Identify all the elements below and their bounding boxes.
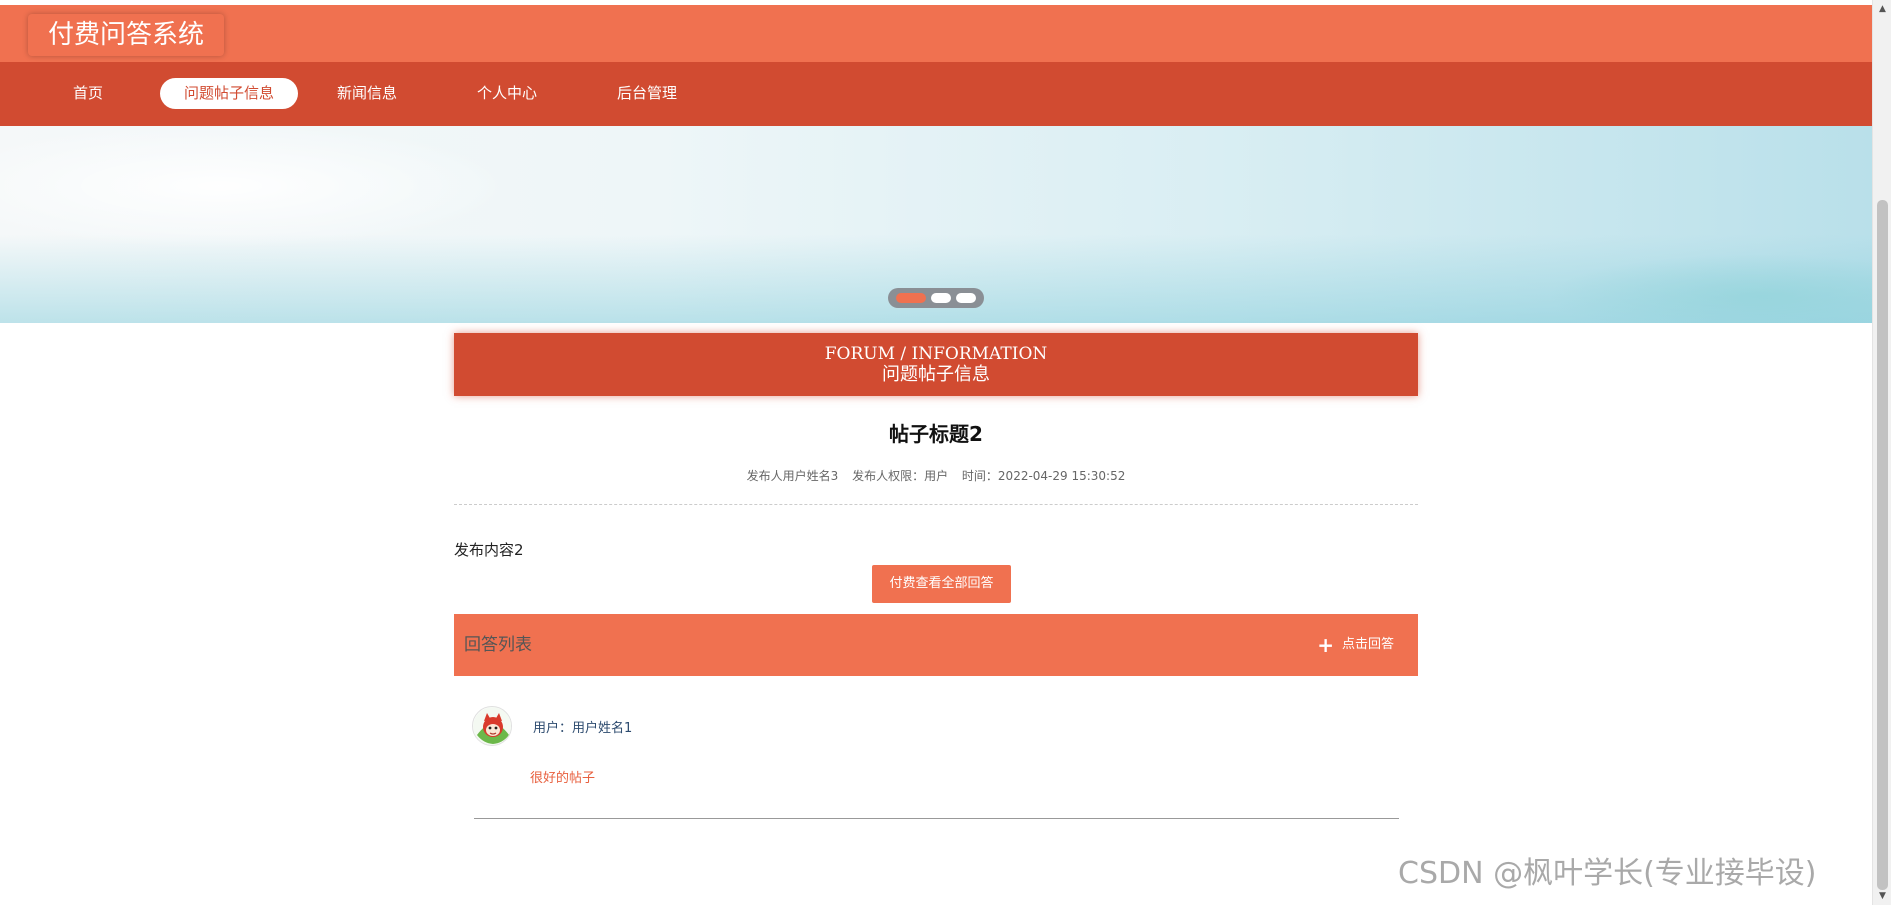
answer-text: 很好的帖子	[530, 771, 596, 786]
post-title: 帖子标题2	[889, 422, 983, 446]
pay-view-all-answers-button[interactable]: 付费查看全部回答	[872, 565, 1011, 603]
post-content: 发布内容2	[454, 541, 524, 559]
section-title-en: FORUM / INFORMATION	[824, 344, 1048, 364]
section-title-cn: 问题帖子信息	[882, 364, 990, 385]
avatar-image	[473, 707, 511, 745]
post-author-role: 发布人权限：用户	[852, 469, 949, 483]
carousel-dot-1[interactable]	[896, 293, 926, 303]
carousel-dot-3[interactable]	[956, 293, 976, 303]
carousel-dot-2[interactable]	[931, 293, 951, 303]
reply-button-label: 点击回答	[1341, 637, 1394, 652]
scroll-down-icon[interactable]: ▼	[1873, 887, 1891, 905]
answer-divider	[474, 818, 1399, 819]
scroll-up-icon[interactable]: ▲	[1873, 0, 1891, 18]
scrollbar-thumb[interactable]	[1877, 200, 1888, 890]
answers-header: 回答列表 + 点击回答	[454, 614, 1418, 676]
carousel-indicators	[888, 288, 984, 308]
post-meta: 发布人用户姓名3 发布人权限：用户 时间：2022-04-29 15:30:52	[454, 467, 1418, 484]
nav-item-news[interactable]: 新闻信息	[326, 78, 408, 109]
nav-item-personal-center[interactable]: 个人中心	[466, 78, 548, 109]
watermark: CSDN @枫叶学长(专业接毕设)	[1398, 856, 1817, 891]
banner-carousel[interactable]	[0, 126, 1872, 323]
divider	[454, 504, 1418, 505]
post-author: 发布人用户姓名3	[746, 469, 839, 483]
nav-item-home[interactable]: 首页	[56, 78, 120, 109]
app-title[interactable]: 付费问答系统	[28, 14, 225, 56]
nav-item-admin[interactable]: 后台管理	[606, 78, 688, 109]
reply-button[interactable]: + 点击回答	[1317, 631, 1394, 659]
post-time: 时间：2022-04-29 15:30:52	[961, 469, 1126, 483]
answer-user: 用户：用户姓名1	[533, 721, 633, 736]
section-header: FORUM / INFORMATION 问题帖子信息	[454, 333, 1418, 396]
plus-icon: +	[1317, 633, 1334, 657]
answers-title: 回答列表	[464, 635, 532, 655]
main-nav: 首页 问题帖子信息 新闻信息 个人中心 后台管理	[0, 62, 1872, 126]
vertical-scrollbar[interactable]: ▲ ▼	[1872, 0, 1891, 905]
nav-item-forum-posts[interactable]: 问题帖子信息	[160, 78, 298, 109]
top-header: 付费问答系统	[0, 5, 1872, 62]
page: 付费问答系统 首页 问题帖子信息 新闻信息 个人中心 后台管理 FORUM / …	[0, 0, 1891, 905]
avatar	[472, 706, 512, 746]
